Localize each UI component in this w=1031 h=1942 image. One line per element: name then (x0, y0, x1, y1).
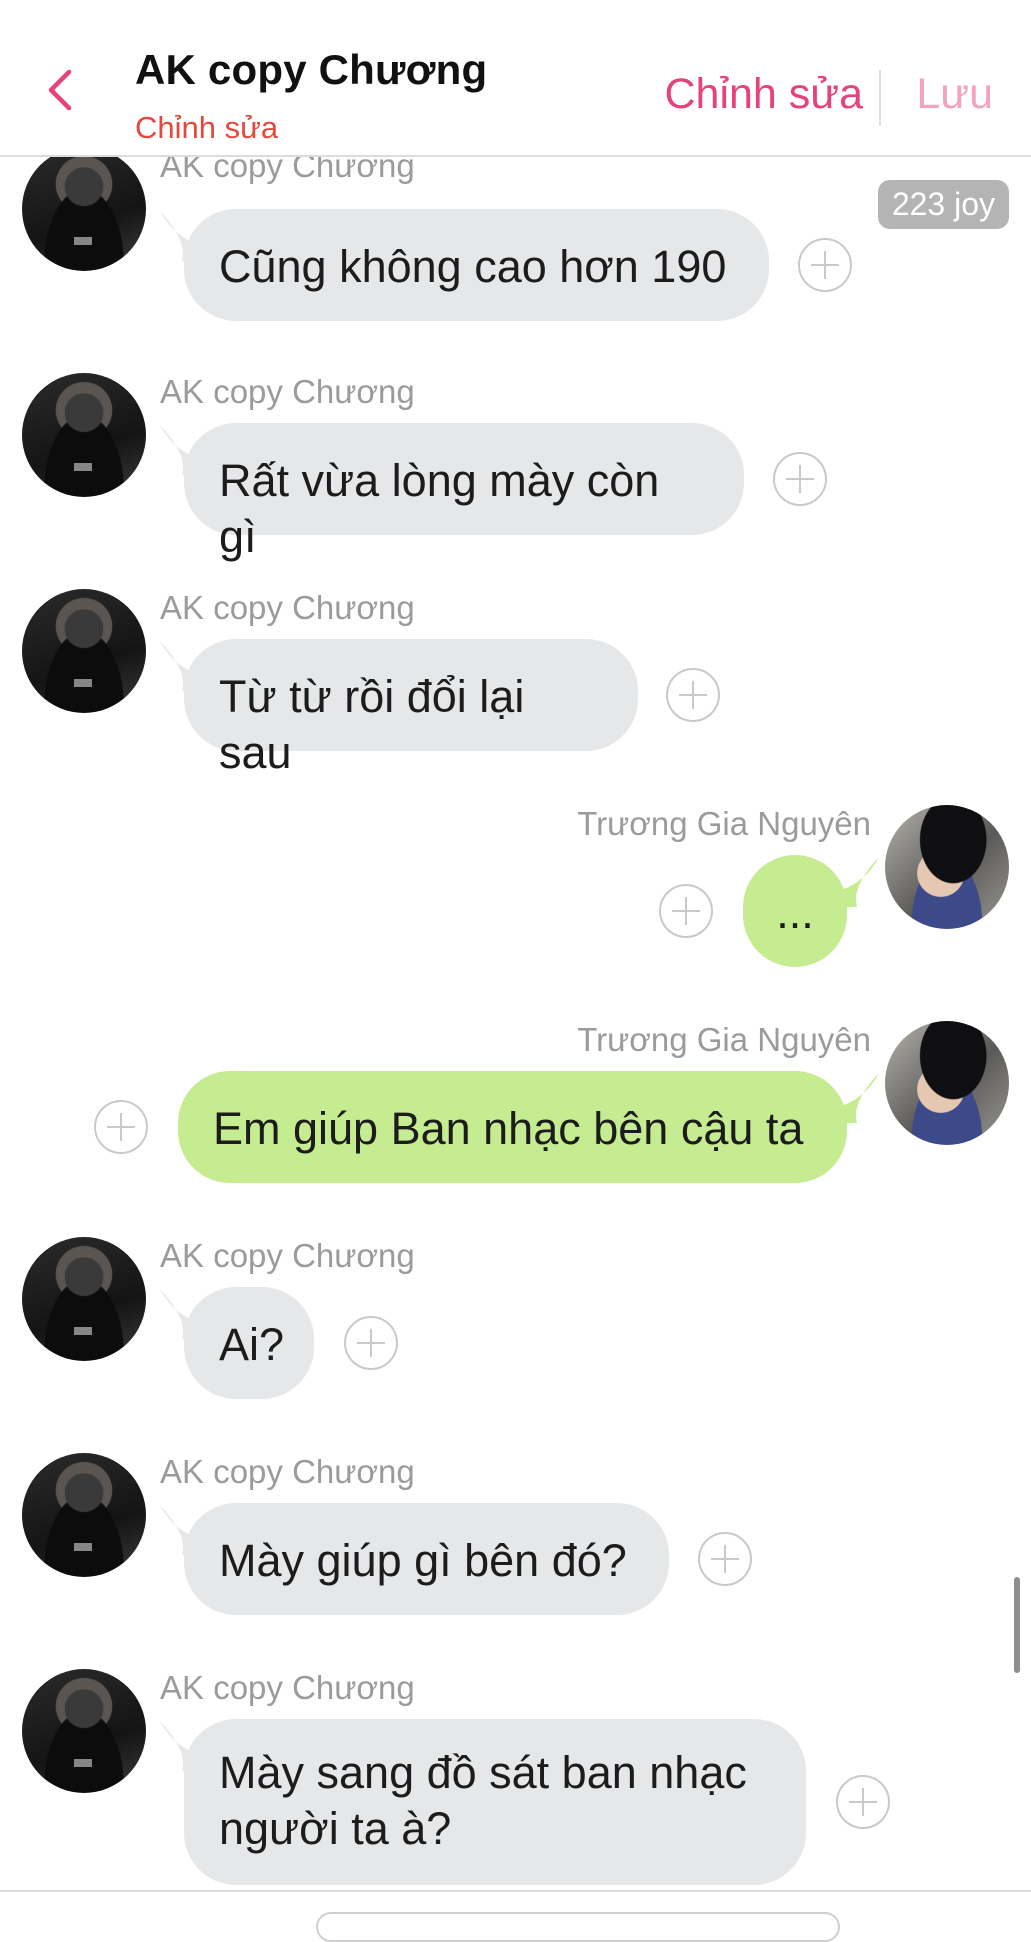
add-reaction-button[interactable] (666, 668, 720, 722)
add-reaction-button[interactable] (659, 884, 713, 938)
message-bubble[interactable]: Em giúp Ban nhạc bên cậu ta (178, 1071, 847, 1183)
message-item: AK copy Chương Mày sang đồ sát ban nhạc … (0, 1669, 1031, 1890)
sender-name: AK copy Chương (160, 1237, 415, 1274)
avatar[interactable] (885, 805, 1009, 929)
sender-name: Trương Gia Nguyên (577, 805, 871, 842)
avatar[interactable] (22, 1669, 146, 1793)
message-item: Trương Gia Nguyên Em giúp Ban nhạc bên c… (0, 1021, 1031, 1221)
sender-name: AK copy Chương (160, 373, 415, 410)
add-reaction-button[interactable] (698, 1532, 752, 1586)
message-item: Trương Gia Nguyên ... (0, 805, 1031, 1005)
message-item: AK copy Chương Từ từ rồi đổi lại sau (0, 589, 1031, 789)
message-bubble[interactable]: Ai? (184, 1287, 314, 1399)
avatar[interactable] (22, 1237, 146, 1361)
message-bubble[interactable]: Từ từ rồi đổi lại sau (184, 639, 638, 778)
scrollbar[interactable] (1014, 1577, 1020, 1673)
chevron-left-icon (48, 69, 72, 111)
add-reaction-button[interactable] (94, 1100, 148, 1154)
message-item: AK copy Chương Mày giúp gì bên đó? (0, 1453, 1031, 1653)
message-item: AK copy Chương Cũng không cao hơn 190 (0, 157, 1031, 377)
sender-name: AK copy Chương (160, 589, 415, 626)
chat-area[interactable]: AK copy Chương Cũng không cao hơn 190 AK… (0, 157, 1031, 1890)
avatar[interactable] (22, 1453, 146, 1577)
message-bubble[interactable]: Cũng không cao hơn 190 (184, 209, 769, 321)
add-reaction-button[interactable] (836, 1775, 890, 1829)
message-bubble[interactable]: ... (743, 855, 847, 967)
add-reaction-button[interactable] (773, 452, 827, 506)
sender-name: Trương Gia Nguyên (577, 1021, 871, 1058)
edit-button[interactable]: Chỉnh sửa (665, 70, 864, 119)
add-reaction-button[interactable] (344, 1316, 398, 1370)
message-line: Mày sang đồ sát ban nhạc (219, 1747, 747, 1798)
header: AK copy Chương Chỉnh sửa Chỉnh sửa Lưu (0, 0, 1031, 157)
avatar[interactable] (22, 589, 146, 713)
sender-name: AK copy Chương (160, 157, 415, 184)
save-button[interactable]: Lưu (916, 70, 993, 119)
avatar[interactable] (22, 373, 146, 497)
message-bubble[interactable]: Mày sang đồ sát ban nhạc người ta à? (184, 1719, 806, 1885)
page-title: AK copy Chương (135, 46, 488, 93)
back-button[interactable] (36, 60, 84, 120)
message-line: người ta à? (219, 1803, 452, 1854)
page-subtitle: Chỉnh sửa (135, 110, 279, 145)
header-divider (879, 70, 881, 126)
message-bubble[interactable]: Rất vừa lòng mày còn gì (184, 423, 744, 562)
message-item: AK copy Chương Rất vừa lòng mày còn gì (0, 373, 1031, 573)
message-bubble[interactable]: Mày giúp gì bên đó? (184, 1503, 669, 1615)
add-reaction-button[interactable] (798, 238, 852, 292)
bottom-divider (0, 1890, 1031, 1892)
input-bar[interactable] (316, 1912, 840, 1942)
avatar[interactable] (22, 157, 146, 271)
avatar[interactable] (885, 1021, 1009, 1145)
joy-badge: 223 joy (877, 180, 1009, 229)
sender-name: AK copy Chương (160, 1453, 415, 1490)
sender-name: AK copy Chương (160, 1669, 415, 1706)
message-item: AK copy Chương Ai? (0, 1237, 1031, 1437)
